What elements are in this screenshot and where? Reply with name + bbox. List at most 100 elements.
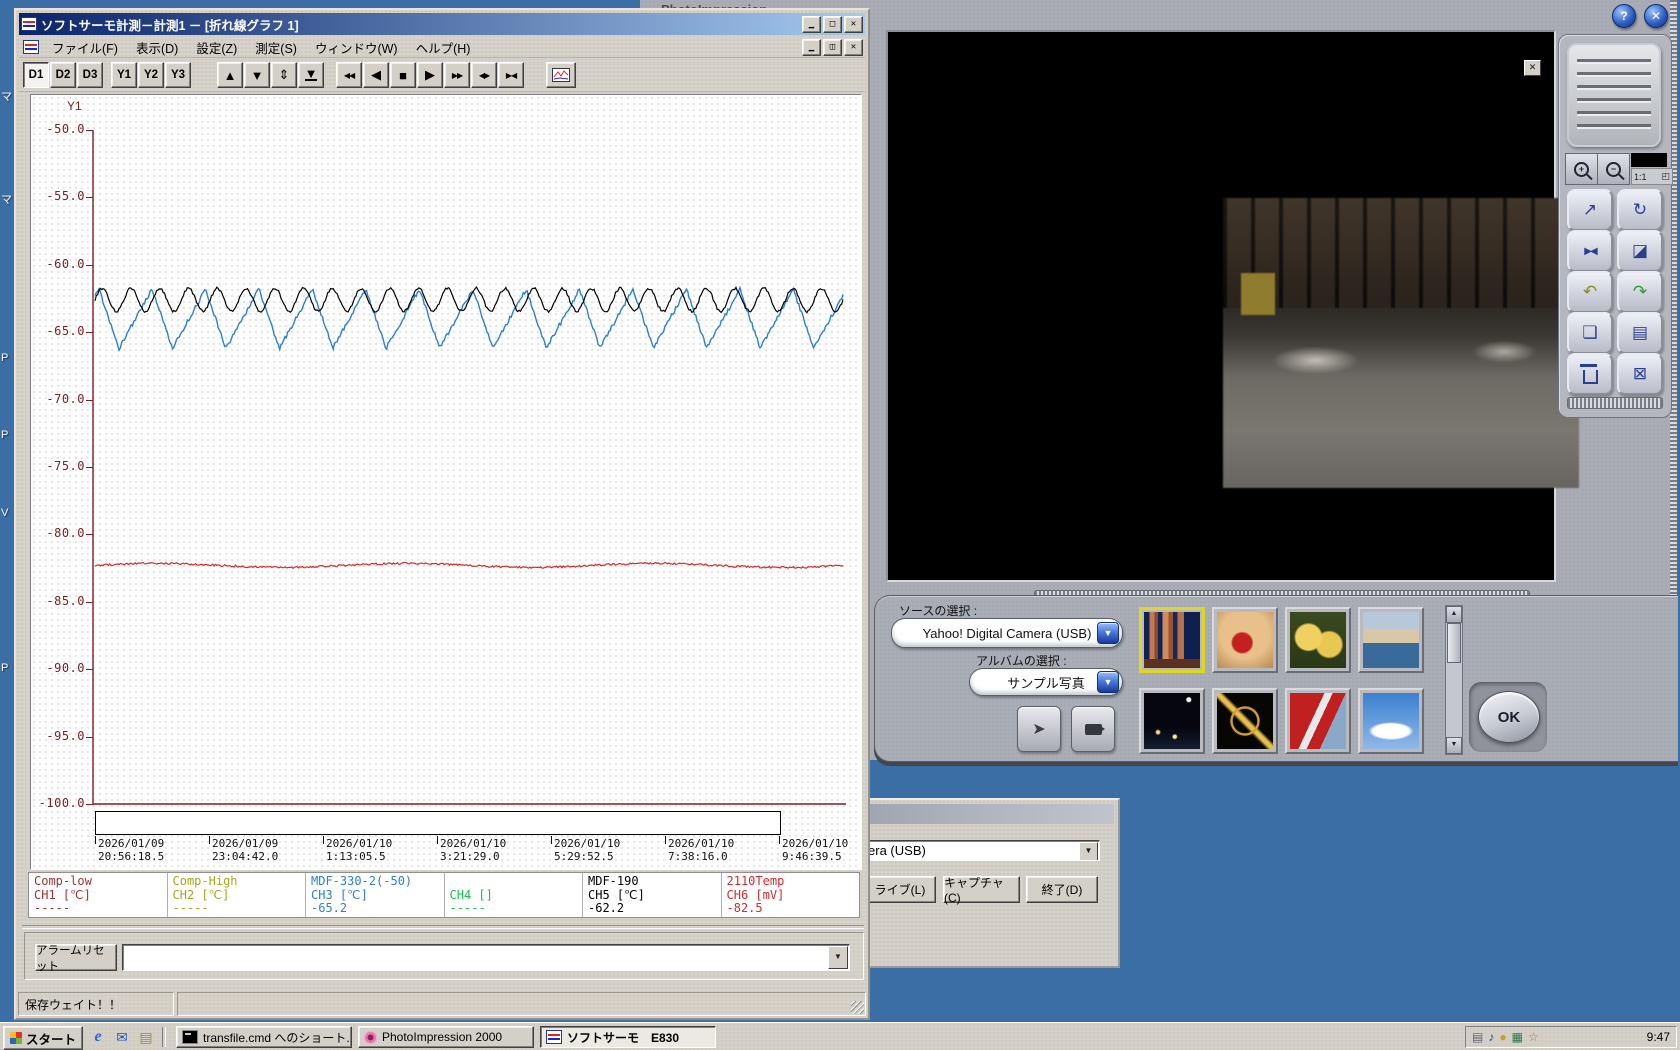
dialog-button-1[interactable]: ライブ(L) [864,876,936,903]
task-button-2[interactable]: PhotoImpression 2000 [358,1026,534,1048]
paste-button[interactable]: ▤ [1617,312,1663,354]
step-back-button[interactable]: ◀ [363,62,389,88]
series-ch3 [94,285,844,353]
start-button[interactable]: スタート [3,1026,83,1050]
task-button-3[interactable]: ソフトサーモ E830 [540,1026,716,1048]
zoom-out-button[interactable]: − [1597,153,1630,185]
toolbar-button-d1[interactable]: D1 [23,62,49,88]
redo-button[interactable]: ↷ [1617,271,1663,313]
chevron-down-icon[interactable]: ▼ [1079,842,1098,860]
flip-horizontal-button[interactable]: ▶◀ [1567,230,1613,272]
mail-icon[interactable]: ✉ [112,1027,132,1047]
cascade-icon[interactable]: ◰ [1661,171,1670,182]
compress-horizontal-button[interactable]: ▶◀ [498,62,524,88]
alarm-reset-button[interactable]: アラームリセット [35,944,117,973]
minimize-button[interactable]: ▁ [802,15,821,33]
resize-grip[interactable] [851,1001,864,1014]
divider [22,925,864,929]
divider [162,1027,166,1047]
toolbar-button-d3[interactable]: D3 [77,62,103,88]
toolbar-button-y1[interactable]: Y1 [111,62,137,88]
album-select[interactable]: サンプル写真 ▼ [969,668,1123,696]
viewer-close-icon[interactable]: ✕ [1524,60,1541,76]
stop-button[interactable]: ■ [390,62,416,88]
x-tick-mark [323,836,324,844]
status-icon[interactable]: ● [1499,1031,1506,1043]
acquire-button[interactable]: ➤ [1017,706,1061,752]
rotate-button[interactable]: ↻ [1617,189,1663,231]
scroll-up-icon[interactable]: ▲ [1446,606,1462,623]
legend-channel: CH5 [℃] [588,887,645,902]
favorites-icon[interactable]: ☆ [1528,1031,1539,1043]
thumbnail-yellow-flowers[interactable] [1285,607,1351,673]
remove-frame-button[interactable]: ⊠ [1617,353,1663,395]
jump-end-button[interactable]: ▶▶ [444,62,470,88]
close-button[interactable]: ✕ [1644,4,1668,28]
menu-item[interactable]: ウィンドウ(W) [306,36,407,59]
menu-item[interactable]: 測定(S) [246,36,306,59]
thumbnail-sky-clouds[interactable] [1358,688,1424,754]
jump-start-button[interactable]: ◀◀ [336,62,362,88]
show-desktop-icon[interactable]: ▤ [136,1027,156,1047]
chevron-down-icon[interactable]: ▼ [1097,622,1119,644]
maximize-button[interactable]: □ [823,15,842,33]
chevron-down-icon[interactable]: ▼ [1097,671,1119,693]
thumbnail-light-spiral[interactable] [1212,688,1278,754]
menu-item[interactable]: ヘルプ(H) [407,36,480,59]
child-minimize-button[interactable]: ▁ [802,38,821,56]
volume-icon[interactable]: ♪ [1488,1031,1494,1043]
thumbnail-ship-flag[interactable] [1285,688,1351,754]
alarm-combo[interactable]: ▼ [122,944,850,971]
desktop-icon-label[interactable]: マ [1,191,12,207]
menu-item[interactable]: 表示(D) [127,36,187,59]
thumbnail-night-city[interactable] [1139,688,1205,754]
close-button[interactable]: ✕ [844,15,863,33]
video-capture-button[interactable] [1071,706,1115,752]
desktop-icon-label[interactable]: V [1,507,8,519]
desktop-icon-label[interactable]: P [1,429,8,441]
scrollbar-thumb[interactable] [1447,623,1461,663]
scroll-up-button[interactable]: ▲ [217,62,243,88]
menu-item[interactable]: ファイル(F) [43,36,127,59]
desktop-icon-label[interactable]: P [1,662,8,674]
source-select[interactable]: Yahoo! Digital Camera (USB) ▼ [891,618,1123,648]
thumbnail-cardinal-bird[interactable] [1212,607,1278,673]
title-bar[interactable]: ソフトサーモ計測－計測1 － [折れ線グラフ 1] ▁ □ ✕ [19,13,865,35]
line-graph-button[interactable] [546,62,576,88]
step-forward-button[interactable]: ▶ [417,62,443,88]
scroll-down-button[interactable]: ▼ [244,62,270,88]
x-range-box[interactable] [95,811,781,835]
toolbar-button-d2[interactable]: D2 [50,62,76,88]
undo-button[interactable]: ↶ [1567,271,1613,313]
display-icon[interactable]: ▦ [1512,1031,1523,1043]
internet-explorer-icon[interactable]: e [88,1027,108,1047]
thumbnail-red-rock-spires[interactable] [1139,607,1205,673]
x-tick-mark [209,836,210,844]
ok-button[interactable]: OK [1478,691,1540,743]
dialog-button-2[interactable]: キャプチャ(C) [943,876,1020,905]
help-button[interactable]: ? [1612,4,1636,28]
chevron-down-icon[interactable]: ▼ [828,946,848,969]
rotate-selection-button[interactable]: ◪ [1617,230,1663,272]
expand-horizontal-button[interactable]: ◀▶ [471,62,497,88]
copy-button[interactable]: ❏ [1567,312,1613,354]
desktop-icon-label[interactable]: P [1,352,8,364]
child-restore-button[interactable]: ◫ [823,38,842,56]
scroll-down-icon[interactable]: ▼ [1446,737,1462,754]
thumbnail-scrollbar[interactable]: ▲ ▼ [1445,605,1463,755]
desktop-icon-label[interactable]: マ [1,88,12,104]
menu-item[interactable]: 設定(Z) [187,36,246,59]
dialog-button-3[interactable]: 終了(D) [1026,876,1098,903]
page-down-button[interactable]: ▼ [298,62,324,88]
fit-to-window-button[interactable]: ↗ [1567,189,1613,231]
toolbar-button-y2[interactable]: Y2 [138,62,164,88]
zoom-in-button[interactable]: + [1565,153,1598,185]
toolbar-button-y3[interactable]: Y3 [165,62,191,88]
trash-button[interactable] [1567,353,1613,395]
thumbnail-harbor-town[interactable] [1358,607,1424,673]
child-close-button[interactable]: ✕ [844,38,863,56]
expand-vertical-button[interactable]: ⇕ [271,62,297,88]
fit-to-window-icon: ↗ [1582,200,1598,219]
document-icon[interactable]: ▤ [1472,1031,1483,1043]
task-button-1[interactable]: transfile.cmd へのショート... [176,1026,352,1048]
